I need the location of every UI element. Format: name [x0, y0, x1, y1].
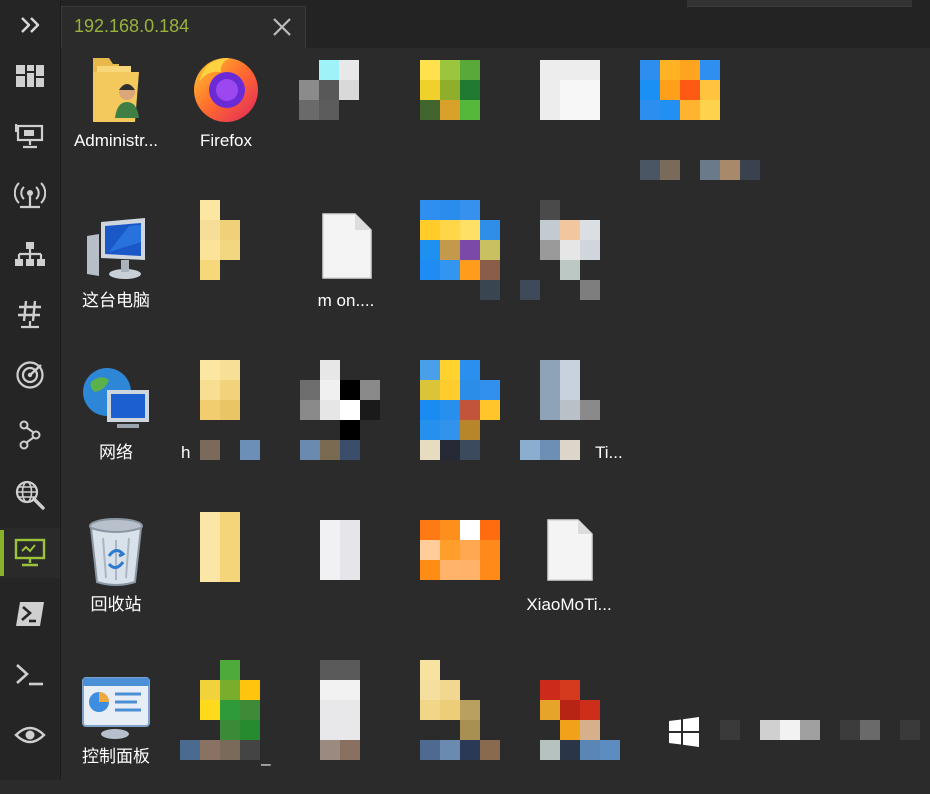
radar-icon	[16, 361, 44, 389]
desktop-icon-label: h	[181, 443, 191, 462]
desktop-icon-label: Administr...	[73, 131, 159, 150]
web-search-icon	[15, 480, 45, 510]
windows-logo-icon	[669, 717, 699, 747]
rail-item-powershell[interactable]	[0, 589, 60, 639]
remote-screen-icon	[14, 538, 46, 567]
user-folder-icon	[93, 58, 139, 122]
desktop-icon-control-panel[interactable]: 控制面板	[61, 664, 171, 794]
desktop-icon-this-pc[interactable]: 这台电脑	[61, 208, 171, 338]
terminal-icon	[16, 664, 43, 686]
close-icon	[273, 18, 291, 36]
desktop-icon-label: Ti...	[595, 443, 623, 462]
rail-item-dashboard[interactable]	[0, 51, 60, 101]
desktop-icon-firefox[interactable]: Firefox	[171, 48, 281, 178]
desktop-icon-label: m on....	[317, 291, 375, 310]
eye-icon	[14, 726, 46, 744]
firefox-icon	[194, 58, 258, 122]
desktop-icon-label: 这台电脑	[82, 291, 150, 310]
desktop-icon-label: 网络	[99, 443, 133, 462]
dashboard-icon	[16, 65, 44, 87]
rail-item-hash[interactable]	[0, 290, 60, 340]
hash-icon	[18, 300, 41, 329]
desktop-icon-network[interactable]: 网络	[61, 360, 171, 490]
desktop-icon-label: XiaoMoTi...	[526, 595, 612, 614]
share-nodes-icon	[19, 420, 41, 450]
rail-item-remote-screen[interactable]	[0, 528, 60, 578]
desktop-icon-xiaomoti[interactable]: XiaoMoTi...	[514, 512, 624, 642]
close-tab-button[interactable]	[270, 15, 294, 39]
tool-rail	[0, 0, 61, 780]
rail-item-remote-desktop[interactable]	[0, 111, 60, 161]
tab-title: 192.168.0.184	[74, 16, 190, 36]
rail-item-network[interactable]	[0, 230, 60, 280]
rail-item-terminal[interactable]	[0, 650, 60, 700]
desktop-icon-file[interactable]: m on....	[291, 208, 401, 338]
expand-rail-button[interactable]	[0, 0, 60, 50]
toolbar-divider	[687, 0, 912, 7]
rail-item-eye[interactable]	[0, 710, 60, 760]
remote-desktop-icon	[15, 124, 44, 149]
session-tab[interactable]: 192.168.0.184	[61, 6, 306, 48]
rail-item-wireless[interactable]	[0, 170, 60, 220]
desktop-icon-label: 控制面板	[82, 747, 150, 766]
rail-item-share-nodes[interactable]	[0, 410, 60, 460]
this-pc-icon	[87, 218, 145, 279]
remote-desktop-view[interactable]: Administr... 这台电脑 网络 回收站 控制面板 Firefox m …	[61, 48, 930, 780]
desktop-icon-administrator[interactable]: Administr...	[61, 48, 171, 178]
double-chevron-right-icon	[21, 17, 40, 33]
recycle-bin-icon	[89, 518, 143, 586]
tab-strip: 192.168.0.184	[61, 0, 930, 48]
rail-item-radar[interactable]	[0, 350, 60, 400]
desktop-icon-recycle-bin[interactable]: 回收站	[61, 512, 171, 642]
blank-file-icon	[547, 519, 593, 581]
network-icon	[15, 242, 45, 266]
desktop-icon-label: 回收站	[90, 595, 142, 614]
desktop-icon-label: _	[261, 747, 271, 766]
control-panel-icon	[82, 677, 150, 739]
blank-file-icon	[322, 213, 372, 279]
powershell-icon	[16, 602, 44, 626]
rail-item-web-search[interactable]	[0, 470, 60, 520]
desktop-icon-label: Firefox	[200, 131, 252, 150]
wireless-icon	[14, 182, 46, 209]
network-globe-icon	[83, 368, 149, 428]
